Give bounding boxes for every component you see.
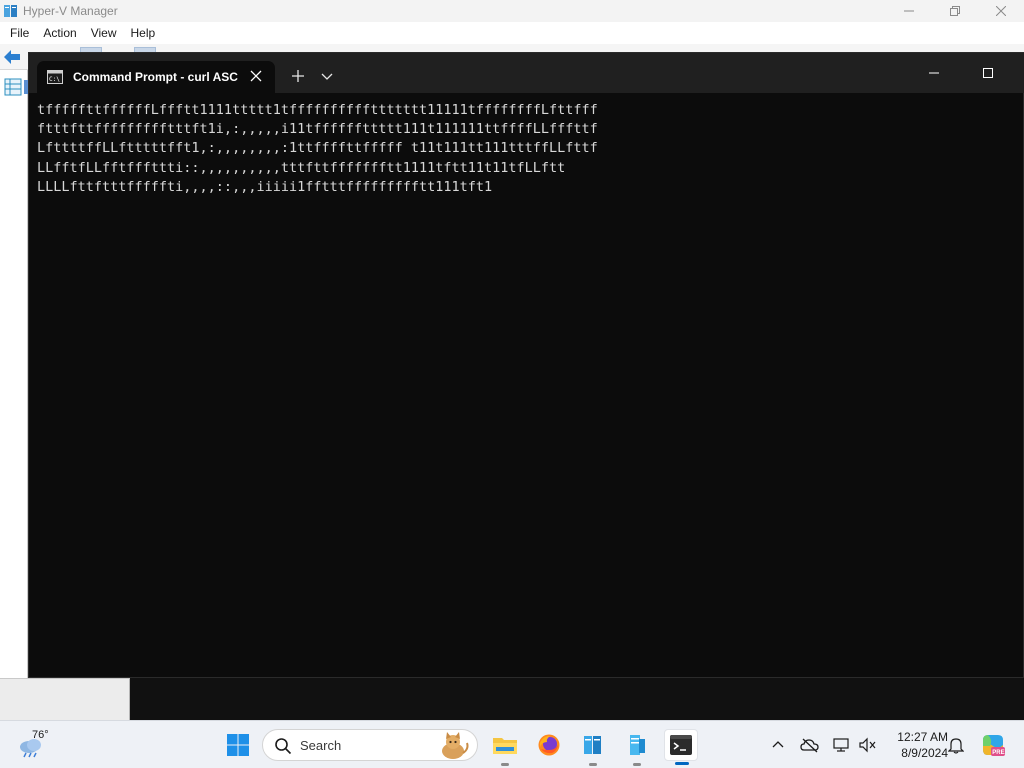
copilot-pre-icon: PRE — [983, 735, 1005, 756]
copilot-button[interactable]: PRE — [980, 732, 1006, 758]
start-button[interactable] — [224, 731, 252, 759]
search-highlight-cat-icon — [442, 732, 469, 759]
windows-logo-icon — [227, 734, 249, 756]
network-icon — [833, 738, 849, 752]
minimize-icon — [904, 10, 914, 12]
show-hidden-icons-button[interactable] — [767, 734, 789, 756]
hyperv-titlebar: Hyper-V Manager — [0, 0, 1024, 22]
bell-icon — [948, 738, 964, 754]
terminal-output[interactable]: tfffffttffffffLffftt1111ttttt1tfffffffff… — [37, 101, 1007, 671]
taskbar-search-box[interactable]: Search — [262, 729, 478, 761]
search-label: Search — [300, 738, 342, 753]
firefox-icon — [538, 734, 560, 756]
terminal-minimize-button[interactable] — [921, 63, 947, 83]
svg-text:PRE: PRE — [992, 750, 1004, 756]
tray-network[interactable] — [831, 734, 853, 756]
weather-widget[interactable]: 76° — [16, 728, 66, 762]
menu-file[interactable]: File — [5, 26, 34, 40]
hyperv-tree-pane — [0, 70, 28, 696]
hyperv-tree-icon[interactable] — [4, 78, 22, 96]
hyperv-minimize-button[interactable] — [886, 0, 932, 22]
weather-temperature: 76° — [32, 729, 49, 741]
taskbar-windows-terminal[interactable] — [664, 729, 698, 765]
running-indicator — [501, 763, 509, 766]
menu-view[interactable]: View — [86, 26, 122, 40]
hyperv-lower-pane — [0, 678, 130, 720]
terminal-window: C:\ Command Prompt - curl ASC tfffffttff… — [28, 52, 1024, 678]
terminal-line: LLfftfLLfftfffttti::,,,,,,,,,,tttfttffff… — [37, 159, 566, 176]
clock-date: 8/9/2024 — [901, 746, 948, 760]
background-dark-strip — [130, 678, 1024, 720]
running-indicator — [675, 762, 689, 765]
terminal-icon — [670, 735, 692, 755]
folder-icon — [493, 738, 517, 754]
hyperv-menubar: File Action View Help — [0, 22, 1024, 44]
clock-time: 12:27 AM — [897, 730, 948, 744]
terminal-tabbar: C:\ Command Prompt - curl ASC — [29, 53, 1024, 93]
notifications-button[interactable] — [945, 734, 967, 756]
restore-icon — [950, 6, 960, 16]
taskbar: 76° Search 12:27 AM 8/9/2024 PRE — [0, 720, 1024, 768]
terminal-tab[interactable]: C:\ Command Prompt - curl ASC — [37, 61, 275, 93]
new-tab-plus-icon[interactable] — [289, 67, 307, 85]
tray-volume[interactable] — [857, 734, 879, 756]
tray-onedrive[interactable] — [799, 734, 821, 756]
hyperv-restore-button[interactable] — [932, 0, 978, 22]
maximize-icon — [983, 68, 993, 78]
chevron-up-icon — [772, 741, 784, 748]
volume-muted-icon — [859, 737, 876, 753]
hyperv-icon — [630, 735, 645, 755]
cloud-offline-icon — [800, 738, 819, 753]
taskbar-clock[interactable]: 12:27 AM 8/9/2024 — [882, 729, 948, 761]
close-icon — [996, 6, 1006, 16]
terminal-maximize-button[interactable] — [975, 63, 1001, 83]
running-indicator — [633, 763, 641, 766]
hyperv-icon — [584, 736, 601, 754]
terminal-line: ftttfttffffffffftttft1i,:,,,,,i11tffffff… — [37, 121, 598, 138]
search-icon — [275, 738, 292, 755]
terminal-line: LLLLfttftttfffffti,,,,::,,,iiiii1fftttff… — [37, 178, 493, 195]
menu-action[interactable]: Action — [38, 26, 81, 40]
taskbar-file-explorer[interactable] — [488, 729, 522, 766]
command-prompt-icon: C:\ — [47, 70, 63, 84]
back-arrow-icon[interactable] — [3, 49, 21, 65]
close-tab-icon[interactable] — [249, 69, 263, 83]
hyperv-window-title: Hyper-V Manager — [23, 4, 118, 18]
hyperv-close-button[interactable] — [978, 0, 1024, 22]
running-indicator — [589, 763, 597, 766]
taskbar-hyperv-manager[interactable] — [576, 729, 610, 766]
taskbar-firefox[interactable] — [532, 729, 566, 761]
terminal-line: LfttttffLLftttttfft1,:,,,,,,,,:1ttfffftt… — [37, 140, 598, 157]
terminal-tab-title: Command Prompt - curl ASC — [73, 70, 238, 84]
hyperv-app-icon — [4, 5, 17, 17]
svg-text:C:\: C:\ — [49, 76, 60, 83]
chevron-down-icon[interactable] — [320, 69, 334, 83]
menu-help[interactable]: Help — [126, 26, 161, 40]
taskbar-hyperv-manager-2[interactable] — [620, 729, 654, 766]
terminal-line: tfffffttffffffLffftt1111ttttt1tfffffffff… — [37, 102, 598, 118]
minimize-icon — [929, 72, 939, 74]
